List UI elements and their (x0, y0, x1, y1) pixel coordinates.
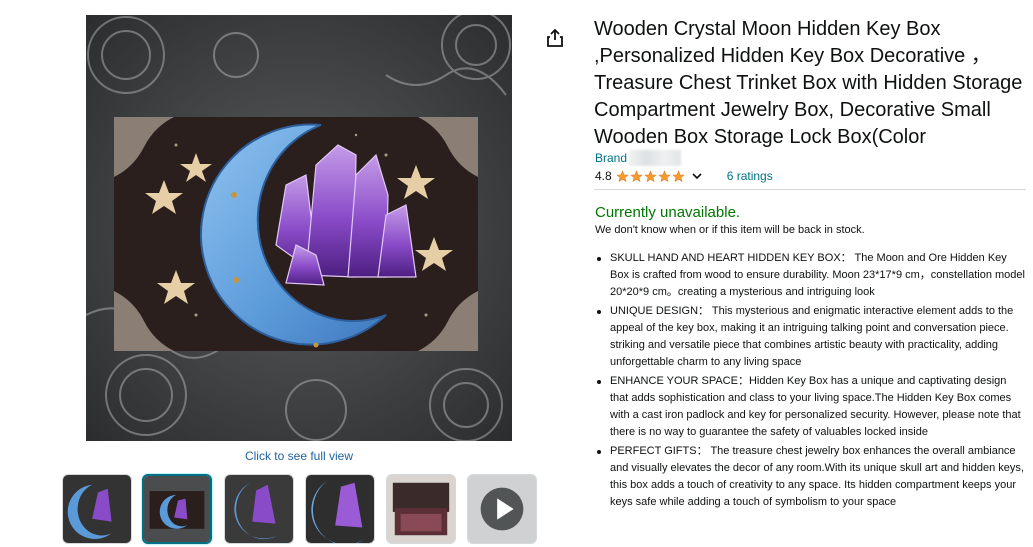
thumbnail-2[interactable] (142, 474, 212, 544)
thumbnail-video[interactable] (467, 474, 537, 544)
chevron-down-icon[interactable] (691, 170, 703, 182)
product-title: Wooden Crystal Moon Hidden Key Box ,Pers… (594, 18, 1023, 148)
star-rating[interactable] (616, 169, 685, 183)
thumbnail-5[interactable] (386, 474, 456, 544)
availability-note: We don't know when or if this item will … (595, 224, 865, 236)
main-product-image[interactable] (86, 15, 512, 441)
ratings-count-link[interactable]: 6 ratings (727, 169, 773, 183)
brand-name-redacted (629, 150, 682, 166)
star-icon (630, 169, 643, 182)
star-icon (658, 169, 671, 182)
share-icon[interactable] (545, 28, 565, 48)
thumbnail-1[interactable] (62, 474, 132, 544)
star-icon (616, 169, 629, 182)
brand-row[interactable]: Brand (595, 150, 682, 166)
full-view-link[interactable]: Click to see full view (86, 449, 512, 463)
divider (594, 189, 1026, 190)
availability-status: Currently unavailable. (595, 204, 741, 221)
feature-bullet: ENHANCE YOUR SPACE：Hidden Key Box has a … (595, 373, 1027, 441)
feature-bullet: SKULL HAND AND HEART HIDDEN KEY BOX： The… (595, 250, 1027, 301)
feature-bullet: UNIQUE DESIGN： This mysterious and enigm… (595, 303, 1027, 371)
star-icon (672, 169, 685, 182)
rating-value: 4.8 (595, 169, 612, 183)
brand-label[interactable]: Brand (595, 151, 627, 165)
star-icon (644, 169, 657, 182)
feature-bullets: SKULL HAND AND HEART HIDDEN KEY BOX： The… (595, 250, 1027, 513)
feature-bullet: PERFECT GIFTS： The treasure chest jewelr… (595, 443, 1027, 511)
thumbnail-3[interactable] (224, 474, 294, 544)
thumbnail-4[interactable] (305, 474, 375, 544)
rating-row: 4.8 6 ratings (595, 168, 773, 184)
